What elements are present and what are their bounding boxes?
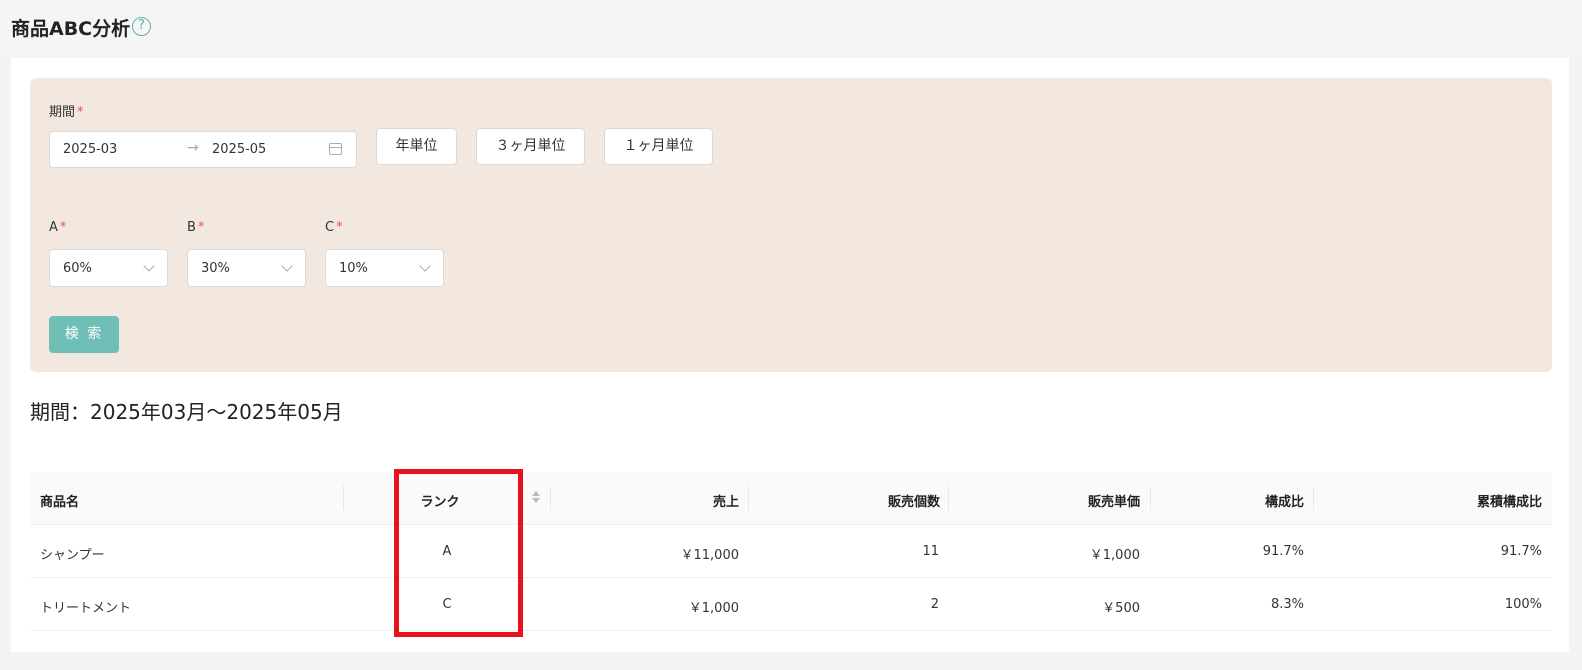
arrow-right-icon: →	[187, 140, 199, 156]
col-sales: 売上	[712, 495, 739, 510]
cell-unit-price: ￥500	[1102, 601, 1140, 616]
column-divider	[1150, 486, 1151, 510]
col-unit-price: 販売単価	[1087, 495, 1140, 510]
table-row: トリートメント C ￥1,000 2 ￥500 8.3% 100%	[30, 578, 1552, 631]
page-title: 商品ABC分析	[11, 18, 131, 40]
column-divider	[1313, 486, 1314, 510]
date-range-picker[interactable]: 2025-03 → 2025-05	[49, 131, 357, 168]
cell-ratio: 91.7%	[1262, 544, 1304, 559]
chevron-down-icon	[419, 260, 431, 272]
cell-cum-ratio: 91.7%	[1500, 544, 1542, 559]
chevron-down-icon	[143, 260, 155, 272]
year-unit-button[interactable]: 年単位	[376, 128, 457, 165]
cell-qty: 11	[922, 544, 939, 559]
one-month-unit-button[interactable]: １ヶ月単位	[604, 128, 713, 165]
three-month-unit-button[interactable]: ３ヶ月単位	[476, 128, 585, 165]
abc-table: 商品名 ランク 売上 販売個数 販売単価 構成比 累積構成比 シャンプー A ￥…	[30, 472, 1552, 631]
c-select[interactable]: 10%	[325, 249, 444, 287]
cell-sales: ￥1,000	[688, 601, 739, 616]
page-header: 商品ABC分析 ?	[0, 0, 1582, 56]
cell-qty: 2	[930, 597, 939, 612]
c-select-value: 10%	[339, 261, 368, 276]
cell-ratio: 8.3%	[1270, 597, 1304, 612]
column-divider	[948, 486, 949, 510]
table-header: 商品名 ランク 売上 販売個数 販売単価 構成比 累積構成比	[30, 472, 1552, 525]
filter-panel	[30, 78, 1552, 372]
c-label: C *	[325, 220, 343, 235]
table-row: シャンプー A ￥11,000 11 ￥1,000 91.7% 91.7%	[30, 525, 1552, 578]
date-start-input[interactable]: 2025-03	[63, 142, 117, 157]
a-select[interactable]: 60%	[49, 249, 168, 287]
a-label: A *	[49, 220, 67, 235]
b-select[interactable]: 30%	[187, 249, 306, 287]
b-label: B *	[187, 220, 205, 235]
cell-sales: ￥11,000	[680, 548, 740, 563]
calendar-icon[interactable]	[329, 143, 342, 155]
date-end-input[interactable]: 2025-05	[212, 142, 266, 157]
a-select-value: 60%	[63, 261, 92, 276]
cell-product-name: シャンプー	[40, 548, 105, 563]
sort-icon[interactable]	[532, 489, 540, 505]
period-heading: 期間：2025年03月～2025年05月	[30, 400, 343, 424]
cell-cum-ratio: 100%	[1504, 597, 1542, 612]
search-button[interactable]: 検 索	[49, 316, 119, 353]
cell-unit-price: ￥1,000	[1089, 548, 1140, 563]
col-qty: 販売個数	[887, 495, 940, 510]
rank-column-highlight	[394, 469, 523, 637]
chevron-down-icon	[281, 260, 293, 272]
col-cum-ratio: 累積構成比	[1476, 495, 1542, 510]
period-label: 期間 *	[49, 105, 84, 120]
b-select-value: 30%	[201, 261, 230, 276]
col-ratio: 構成比	[1264, 495, 1304, 510]
column-divider	[550, 486, 551, 510]
column-divider	[343, 486, 344, 510]
cell-product-name: トリートメント	[40, 601, 132, 616]
help-icon[interactable]: ?	[132, 17, 151, 36]
col-product-name: 商品名	[40, 495, 80, 510]
column-divider	[748, 486, 749, 510]
